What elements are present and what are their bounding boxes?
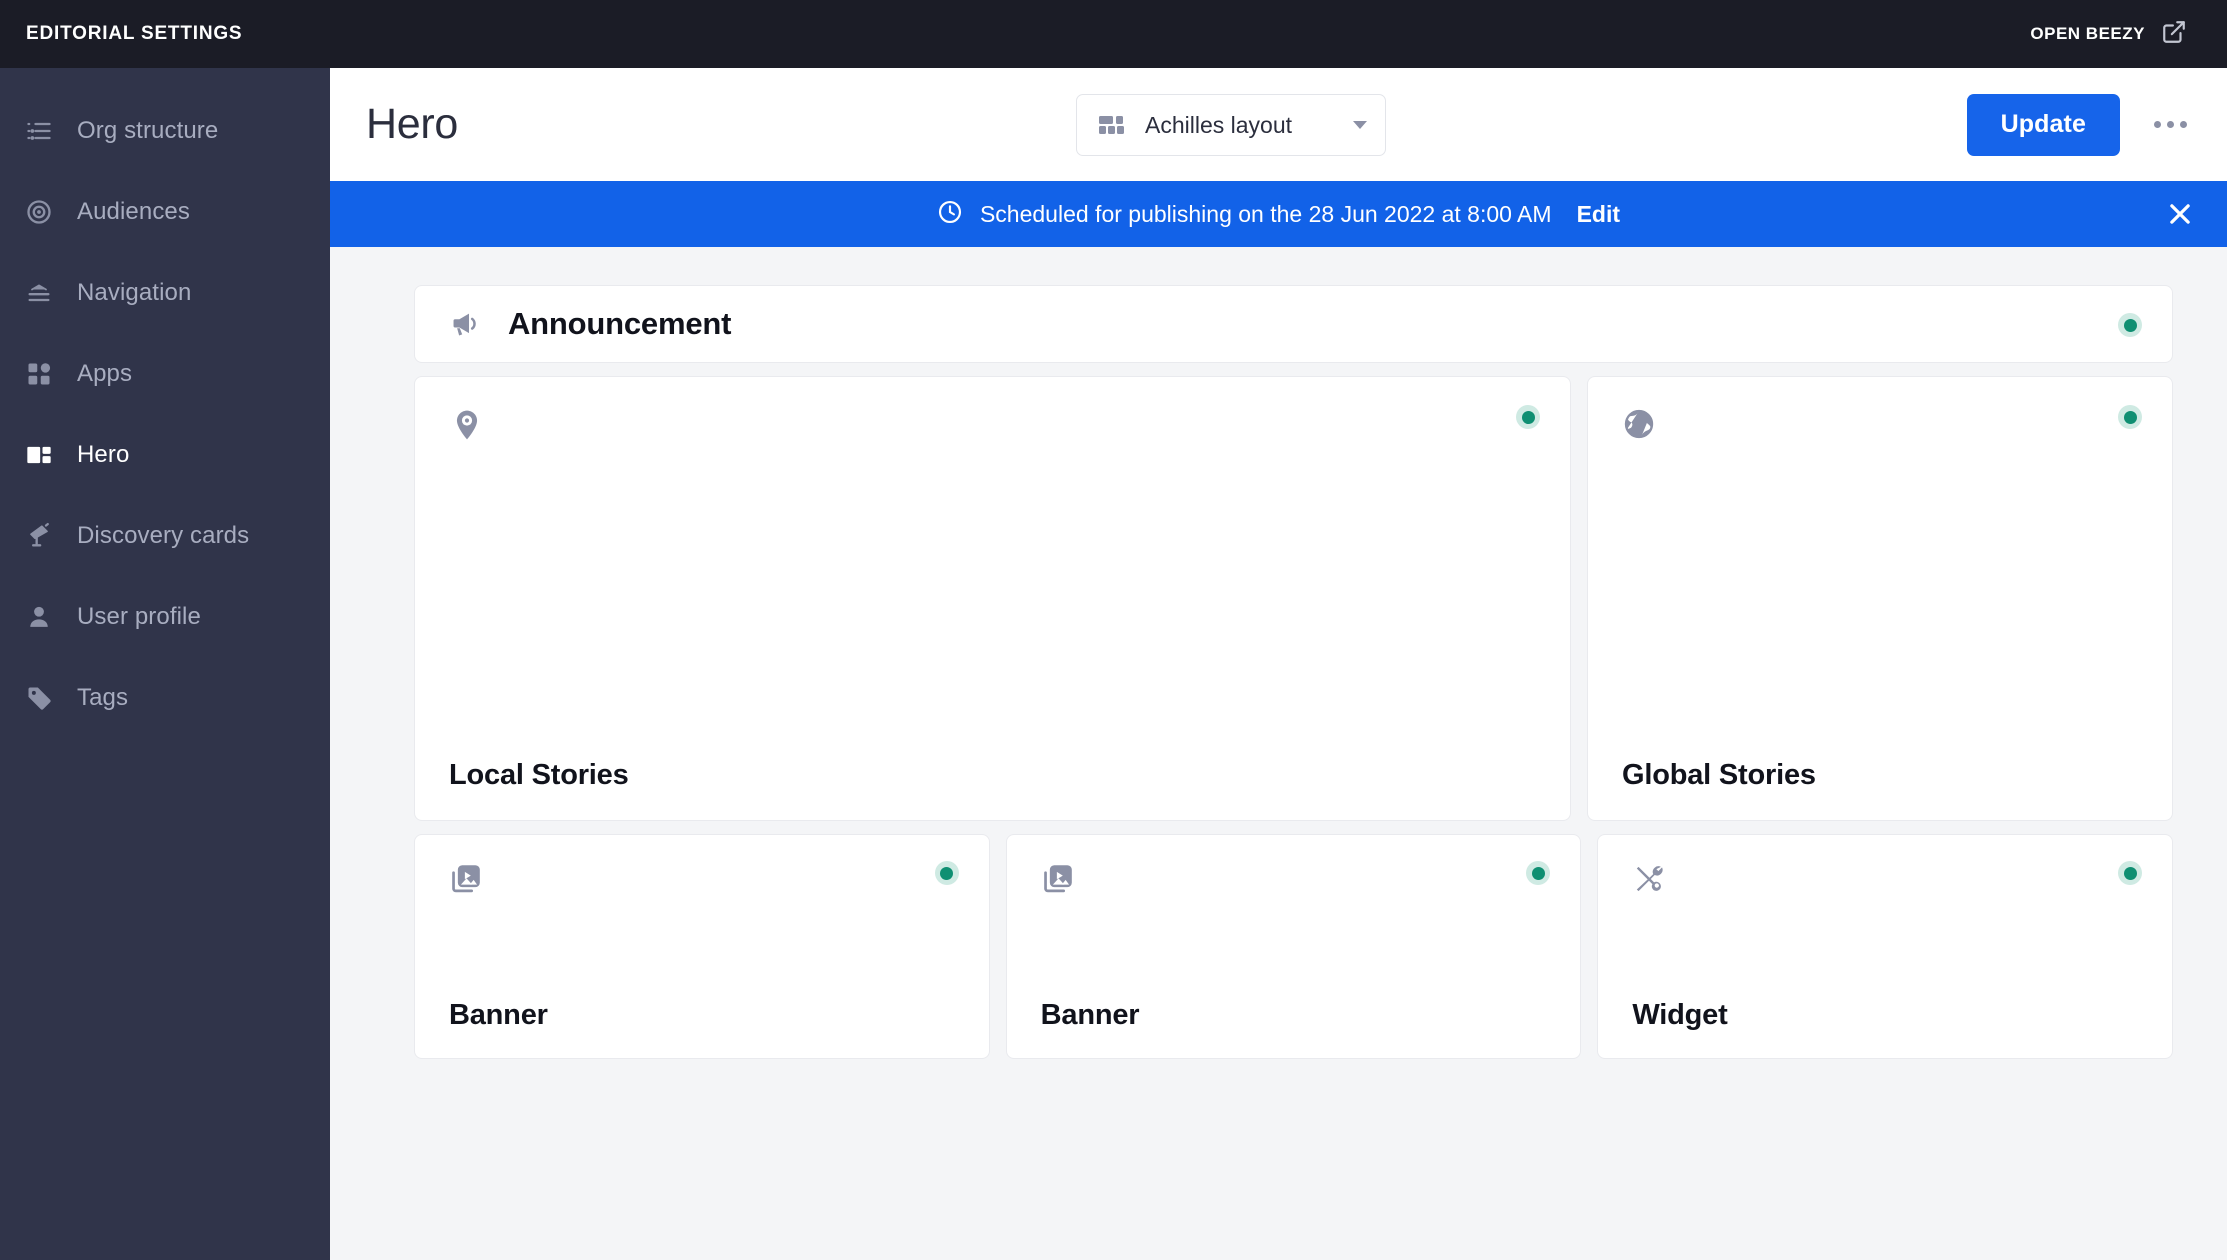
card-title: Local Stories	[449, 759, 629, 791]
sidebar-item-audiences[interactable]: Audiences	[0, 171, 330, 252]
layout-grid-icon	[1099, 115, 1125, 135]
status-badge	[2118, 405, 2142, 429]
sidebar-item-apps[interactable]: Apps	[0, 333, 330, 414]
card-banner-2[interactable]: Banner	[1005, 834, 1582, 1059]
banner-content: Scheduled for publishing on the 28 Jun 2…	[937, 199, 1620, 230]
sidebar-item-label: Navigation	[77, 278, 192, 306]
status-badge	[934, 861, 959, 885]
card-global-stories[interactable]: Global Stories	[1587, 376, 2173, 821]
open-beezy-label: OPEN BEEZY	[2030, 24, 2145, 43]
open-beezy-button[interactable]: OPEN BEEZY	[2030, 19, 2187, 50]
card-local-stories[interactable]: Local Stories	[414, 376, 1571, 821]
globe-icon	[1622, 407, 1656, 446]
sidebar-item-navigation[interactable]: Navigation	[0, 252, 330, 333]
page-header: Hero Achilles layout Update	[330, 68, 2227, 181]
location-pin-icon	[449, 407, 485, 448]
image-stack-icon	[1041, 862, 1075, 901]
sidebar-item-label: Org structure	[77, 116, 219, 144]
hero-layout-canvas: Announcement Local Stories Global Storie…	[330, 247, 2227, 1059]
megaphone-icon	[449, 308, 481, 340]
tag-icon	[23, 682, 55, 714]
sidebar-item-label: Hero	[77, 440, 130, 468]
layout-select-value: Achilles layout	[1145, 111, 1293, 138]
status-badge	[1526, 861, 1551, 885]
top-bar: EDITORIAL SETTINGS OPEN BEEZY	[0, 0, 2227, 68]
sidebar: Org structure Audiences Navigation Apps …	[0, 68, 330, 1260]
close-icon[interactable]	[2165, 199, 2195, 229]
sidebar-item-label: Apps	[77, 359, 133, 387]
card-title: Announcement	[508, 306, 732, 341]
sidebar-item-label: Tags	[77, 683, 129, 711]
person-icon	[23, 601, 55, 633]
update-button[interactable]: Update	[1966, 93, 2120, 156]
sidebar-item-label: Discovery cards	[77, 521, 250, 549]
sidebar-item-org-structure[interactable]: Org structure	[0, 90, 330, 171]
main-content: Hero Achilles layout Update Scheduled fo…	[330, 68, 2227, 1260]
card-title: Widget	[1632, 999, 1728, 1031]
bottom-row: Banner Banner Widget	[414, 834, 2174, 1059]
banner-text: Scheduled for publishing on the 28 Jun 2…	[979, 200, 1552, 227]
clock-icon	[937, 199, 963, 230]
sidebar-item-tags[interactable]: Tags	[0, 657, 330, 738]
chevron-down-icon	[1353, 121, 1367, 129]
status-badge	[2118, 313, 2142, 337]
header-actions: Update	[1966, 93, 2191, 156]
card-banner-1[interactable]: Banner	[414, 834, 990, 1059]
status-badge	[2118, 861, 2143, 885]
tools-icon	[1632, 862, 1666, 901]
app-title: EDITORIAL SETTINGS	[26, 23, 243, 44]
card-announcement[interactable]: Announcement	[414, 285, 2173, 363]
stories-row: Local Stories Global Stories	[414, 376, 2173, 821]
sidebar-item-hero[interactable]: Hero	[0, 414, 330, 495]
navigation-icon	[23, 277, 55, 309]
telescope-icon	[23, 520, 55, 552]
sidebar-item-discovery-cards[interactable]: Discovery cards	[0, 495, 330, 576]
sidebar-item-label: Audiences	[77, 197, 190, 225]
hero-layout-icon	[23, 439, 55, 471]
external-link-icon	[2161, 19, 2187, 50]
layout-select[interactable]: Achilles layout	[1076, 94, 1386, 156]
sidebar-item-label: User profile	[77, 602, 201, 630]
card-title: Global Stories	[1622, 759, 1816, 791]
sidebar-item-user-profile[interactable]: User profile	[0, 576, 330, 657]
target-icon	[23, 196, 55, 228]
org-structure-icon	[23, 115, 55, 147]
banner-edit-link[interactable]: Edit	[1577, 201, 1620, 228]
status-badge	[1516, 405, 1540, 429]
card-widget[interactable]: Widget	[1597, 834, 2174, 1059]
page-title: Hero	[366, 100, 459, 148]
image-stack-icon	[449, 862, 483, 901]
scheduled-banner: Scheduled for publishing on the 28 Jun 2…	[330, 181, 2227, 247]
card-title: Banner	[1040, 999, 1140, 1031]
apps-grid-icon	[23, 358, 55, 390]
kebab-menu-icon[interactable]	[2150, 111, 2191, 138]
card-title: Banner	[449, 999, 548, 1031]
